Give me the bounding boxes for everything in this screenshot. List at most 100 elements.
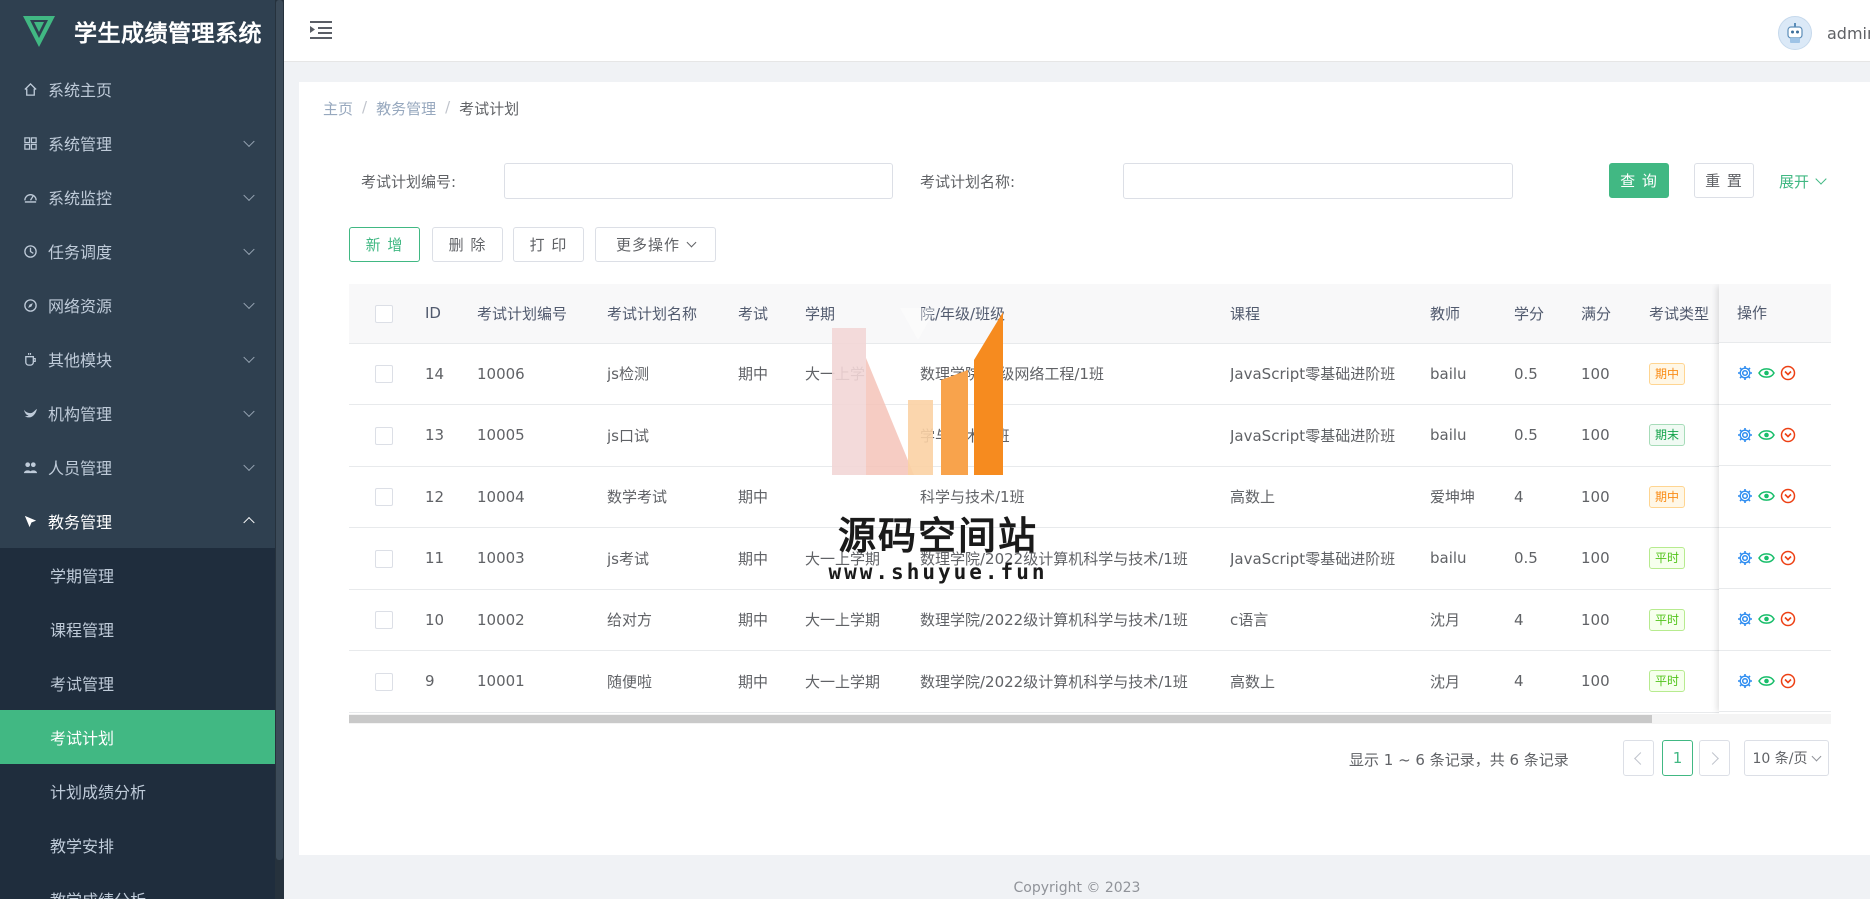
sidebar-item-2[interactable]: 系统监控 (0, 170, 275, 224)
table-row[interactable]: 11 10003 js考试 期中 大一上学期 数理学院/2022级计算机科学与技术/1班 J… (349, 527, 1831, 590)
sidebar-scrollbar[interactable] (275, 0, 284, 899)
cell-course: c语言 (1230, 589, 1430, 651)
robot-avatar-icon (1787, 23, 1803, 43)
gear-icon[interactable] (1737, 550, 1753, 566)
submenu-item-2[interactable]: 考试管理 (0, 656, 275, 710)
cell-full: 100 (1581, 589, 1649, 651)
cell-teacher: bailu (1430, 404, 1514, 467)
col-plan-name[interactable]: 考试计划名称 (607, 284, 738, 344)
breadcrumb-academic[interactable]: 教务管理 (376, 98, 436, 119)
col-exam[interactable]: 考试 (738, 284, 805, 344)
sidebar: 学生成绩管理系统 系统主页 系统管理 系统监控 任务调度 网络资源 其他模块 机构管理 人员管… (0, 0, 284, 899)
table-row[interactable]: 14 10006 js检测 期中 大一上学 数理学院/2 级网络工程/1班 JavaScri… (349, 343, 1831, 405)
cell-credit: 0.5 (1514, 343, 1581, 405)
delete-button[interactable]: 删 除 (432, 227, 503, 262)
col-credit[interactable]: 学分 (1514, 284, 1581, 344)
more-actions-button[interactable]: 更多操作 (595, 227, 716, 262)
gear-icon[interactable] (1737, 488, 1753, 504)
table-horizontal-scrollbar[interactable] (349, 714, 1831, 724)
gear-icon[interactable] (1737, 365, 1753, 381)
eye-icon[interactable] (1758, 551, 1775, 565)
table-scrollbar-thumb[interactable] (349, 715, 1652, 723)
cell-full: 100 (1581, 650, 1649, 713)
user-menu[interactable]: admin (1778, 16, 1870, 50)
chevron-circle-down-icon[interactable] (1780, 673, 1796, 689)
page-size-select[interactable]: 10 条/页 (1744, 740, 1829, 776)
col-class[interactable]: 院/年级/班级 (920, 284, 1230, 344)
query-button[interactable]: 查 询 (1609, 163, 1669, 198)
table-row[interactable]: 10 10002 给对方 期中 大一上学期 数理学院/2022级计算机科学与技术/1班 c语… (349, 589, 1831, 651)
exam-type-badge: 平时 (1649, 670, 1686, 693)
gear-icon[interactable] (1737, 427, 1753, 443)
col-teacher[interactable]: 教师 (1430, 284, 1514, 344)
print-button[interactable]: 打 印 (513, 227, 584, 262)
col-full-score[interactable]: 满分 (1581, 284, 1649, 344)
chevron-circle-down-icon[interactable] (1780, 488, 1796, 504)
cell-course: JavaScript零基础进阶班 (1230, 527, 1430, 590)
sidebar-item-0[interactable]: 系统主页 (0, 62, 275, 116)
expand-link[interactable]: 展开 (1779, 171, 1827, 192)
chevron-right-icon (1706, 751, 1719, 765)
add-button[interactable]: 新 增 (349, 227, 420, 262)
eye-icon[interactable] (1758, 674, 1775, 688)
plan-code-input[interactable] (504, 163, 893, 199)
flag-icon (22, 513, 38, 529)
col-id[interactable]: ID (425, 284, 477, 344)
page-button-1[interactable]: 1 (1662, 740, 1693, 776)
cell-code: 10004 (477, 466, 607, 528)
operations-column: 操作 (1719, 284, 1831, 714)
row-checkbox[interactable] (375, 672, 393, 691)
submenu-item-6[interactable]: 教学成绩分析 (0, 872, 275, 899)
row-checkbox[interactable] (375, 488, 393, 506)
cell-code: 10005 (477, 404, 607, 467)
username[interactable]: admin (1827, 24, 1870, 43)
breadcrumb-home[interactable]: 主页 (323, 98, 353, 119)
table-row[interactable]: 13 10005 js口试 学与技术/1班 JavaScript零基础进阶班 bailu… (349, 404, 1831, 467)
sidebar-item-8[interactable]: 教务管理 (0, 494, 275, 548)
row-checkbox[interactable] (375, 365, 393, 383)
menu-toggle-icon[interactable] (310, 20, 332, 40)
table-row[interactable]: 12 10004 数学考试 期中 科学与技术/1班 高数上 爱坤坤 4 100 期中 (349, 466, 1831, 528)
submenu-item-3[interactable]: 考试计划 (0, 710, 275, 764)
chevron-circle-down-icon[interactable] (1780, 427, 1796, 443)
prev-page-button[interactable] (1623, 740, 1654, 776)
chevron-circle-down-icon[interactable] (1780, 365, 1796, 381)
row-checkbox[interactable] (375, 611, 393, 629)
sidebar-item-6[interactable]: 机构管理 (0, 386, 275, 440)
sidebar-item-3[interactable]: 任务调度 (0, 224, 275, 278)
toolbar: 新 增 删 除 打 印 更多操作 (299, 227, 1099, 263)
row-checkbox[interactable] (375, 426, 393, 445)
eye-icon[interactable] (1758, 366, 1775, 380)
avatar[interactable] (1778, 16, 1812, 50)
eye-icon[interactable] (1758, 428, 1775, 442)
eye-icon[interactable] (1758, 612, 1775, 626)
gear-icon[interactable] (1737, 611, 1753, 627)
eye-icon[interactable] (1758, 489, 1775, 503)
sidebar-item-4[interactable]: 网络资源 (0, 278, 275, 332)
col-term[interactable]: 学期 (805, 284, 920, 344)
sidebar-item-1[interactable]: 系统管理 (0, 116, 275, 170)
submenu-item-4[interactable]: 计划成绩分析 (0, 764, 275, 818)
reset-button[interactable]: 重 置 (1694, 163, 1754, 198)
sidebar-item-label: 人员管理 (48, 459, 113, 478)
chevron-circle-down-icon[interactable] (1780, 550, 1796, 566)
sidebar-item-5[interactable]: 其他模块 (0, 332, 275, 386)
breadcrumb: 主页 / 教务管理 / 考试计划 (323, 98, 519, 119)
chevron-circle-down-icon[interactable] (1780, 611, 1796, 627)
table-row[interactable]: 9 10001 随便啦 期中 大一上学期 数理学院/2022级计算机科学与技术/1班 高数上… (349, 650, 1831, 713)
next-page-button[interactable] (1699, 740, 1730, 776)
submenu-item-0[interactable]: 学期管理 (0, 548, 275, 602)
sidebar-item-label: 系统监控 (48, 189, 113, 208)
submenu-item-1[interactable]: 课程管理 (0, 602, 275, 656)
col-plan-code[interactable]: 考试计划编号 (477, 284, 607, 344)
submenu-item-5[interactable]: 教学安排 (0, 818, 275, 872)
gear-icon[interactable] (1737, 673, 1753, 689)
row-checkbox[interactable] (375, 549, 393, 568)
col-course[interactable]: 课程 (1230, 284, 1430, 344)
plan-name-input[interactable] (1123, 163, 1513, 199)
sidebar-item-7[interactable]: 人员管理 (0, 440, 275, 494)
chevron-down-icon (243, 351, 255, 364)
select-all-checkbox[interactable] (375, 304, 393, 323)
sidebar-scrollbar-thumb[interactable] (276, 0, 283, 860)
cell-credit: 4 (1514, 650, 1581, 713)
